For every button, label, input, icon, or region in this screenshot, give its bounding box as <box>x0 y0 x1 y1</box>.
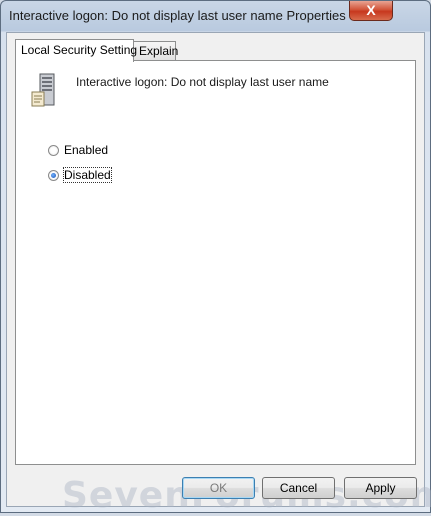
cancel-button[interactable]: Cancel <box>262 477 335 499</box>
enabled-radio[interactable] <box>48 144 59 156</box>
window-title: Interactive logon: Do not display last u… <box>9 8 346 23</box>
option-disabled[interactable]: Disabled <box>48 166 112 184</box>
tab-local-security-setting[interactable]: Local Security Setting <box>15 39 137 62</box>
properties-dialog: Interactive logon: Do not display last u… <box>0 0 431 516</box>
close-button[interactable]: X <box>349 1 393 21</box>
ok-button[interactable]: OK <box>182 477 255 499</box>
tab-panel: Interactive logon: Do not display last u… <box>15 60 416 465</box>
enabled-label[interactable]: Enabled <box>64 143 108 157</box>
tab-explain[interactable]: Explain <box>133 41 178 60</box>
title-bar[interactable]: Interactive logon: Do not display last u… <box>1 1 430 31</box>
close-icon: X <box>366 2 376 18</box>
disabled-radio[interactable] <box>48 169 59 181</box>
server-icon <box>31 73 55 107</box>
dialog-client-area: Local Security Setting Explain Interacti… <box>6 32 431 516</box>
apply-button[interactable]: Apply <box>344 477 417 499</box>
policy-name: Interactive logon: Do not display last u… <box>76 75 329 89</box>
disabled-label[interactable]: Disabled <box>63 167 112 183</box>
option-enabled[interactable]: Enabled <box>48 141 108 159</box>
